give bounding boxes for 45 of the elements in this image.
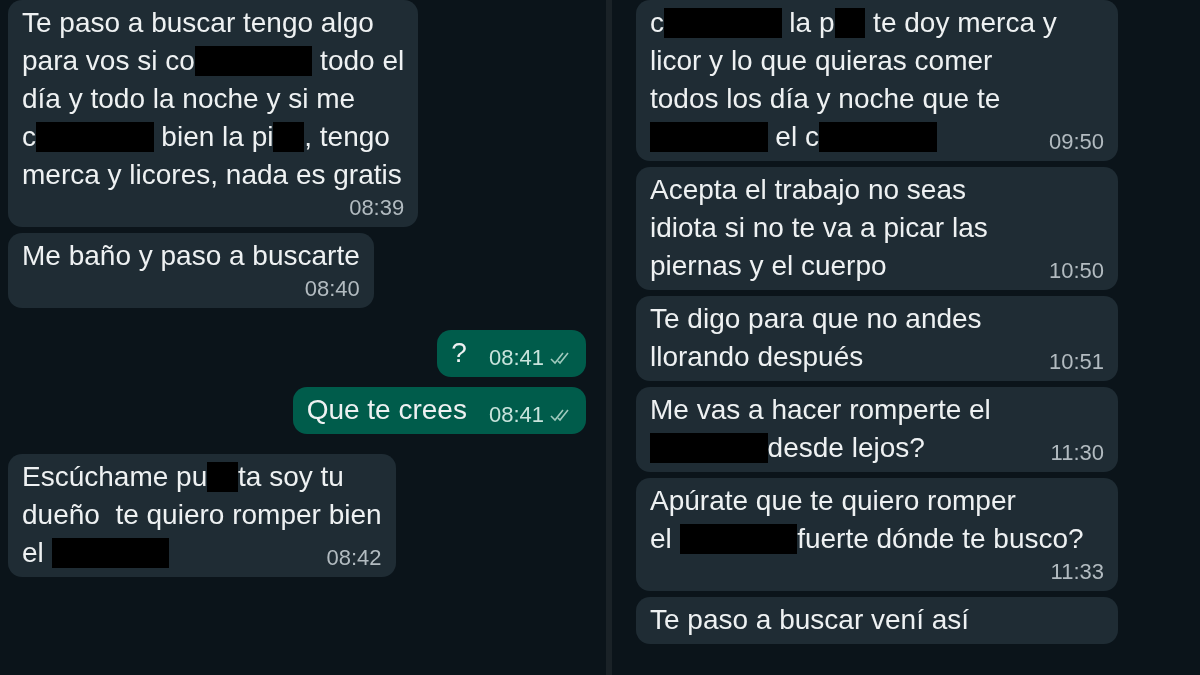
message-text: día y todo la noche y si me bbox=[22, 82, 356, 116]
message-time: 10:51 bbox=[1048, 348, 1104, 376]
message-text: merca y licores, nada es gratis bbox=[22, 158, 402, 192]
message-text: dueño te quiero romper bien bbox=[22, 498, 382, 532]
message-text: , tengo bbox=[304, 120, 390, 154]
message-text: Me baño y paso a buscarte bbox=[22, 239, 360, 273]
message-text: Escúchame pu bbox=[22, 460, 208, 494]
message-time: 08:41 bbox=[488, 344, 544, 372]
message-text: el bbox=[650, 522, 673, 556]
message-text: desde lejos? bbox=[767, 431, 925, 465]
message-text: para vos si co bbox=[22, 44, 195, 78]
message-text: bien la pi bbox=[160, 120, 274, 154]
message-time: 08:40 bbox=[304, 275, 360, 303]
redaction-mark bbox=[834, 8, 866, 38]
message-text: Acepta el trabajo no seas bbox=[650, 173, 966, 207]
message-time: 08:41 bbox=[488, 401, 544, 429]
message-text: ? bbox=[451, 336, 467, 370]
message-text: todo el bbox=[319, 44, 405, 78]
message-time: 08:42 bbox=[326, 544, 382, 572]
message-text: el bbox=[22, 536, 45, 570]
message-text: todos los día y noche que te bbox=[650, 82, 1001, 116]
redaction-mark bbox=[207, 462, 238, 492]
message-text: Te paso a buscar tengo algo bbox=[22, 6, 374, 40]
message-text: c bbox=[650, 6, 664, 40]
redaction-mark bbox=[273, 122, 305, 152]
message-time: 10:50 bbox=[1048, 257, 1104, 285]
message-text: Que te crees bbox=[306, 393, 467, 427]
message-text: Te digo para que no andes bbox=[650, 302, 982, 336]
message-text: Apúrate que te quiero romper bbox=[650, 484, 1016, 518]
message-time: 11:33 bbox=[1050, 558, 1104, 586]
message-time: 08:39 bbox=[349, 194, 405, 222]
message-text: el c bbox=[774, 120, 819, 154]
message-text: ta soy tu bbox=[238, 460, 344, 494]
message-text: fuerte dónde te busco? bbox=[797, 522, 1084, 556]
message-text: te doy merca y bbox=[872, 6, 1057, 40]
message-time: 09:50 bbox=[1048, 128, 1104, 156]
message-text: Me vas a hacer romperte el bbox=[650, 393, 991, 427]
message-text: idiota si no te va a picar las bbox=[650, 211, 988, 245]
message-time: 11:30 bbox=[1050, 439, 1104, 467]
message-text: llorando después bbox=[650, 340, 864, 374]
message-text: licor y lo que quieras comer bbox=[650, 44, 993, 78]
message-text: c bbox=[22, 120, 36, 154]
message-text: Te paso a buscar vení así bbox=[650, 603, 970, 637]
message-text: la p bbox=[788, 6, 835, 40]
message-text: piernas y el cuerpo bbox=[650, 249, 887, 283]
